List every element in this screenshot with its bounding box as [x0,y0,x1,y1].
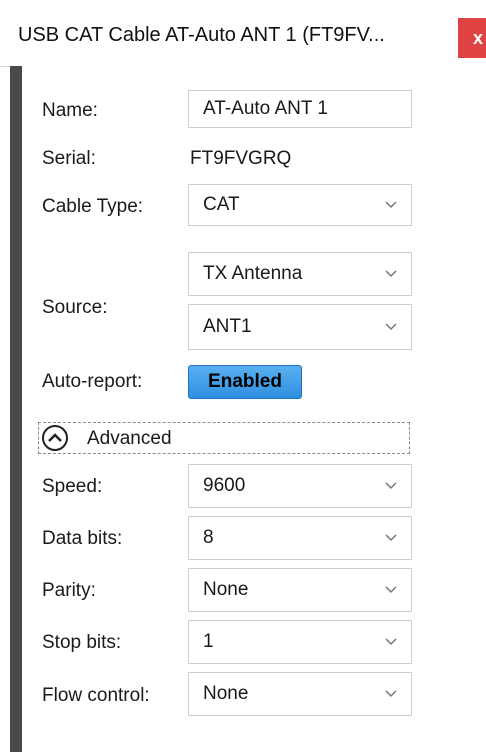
stop-bits-value: 1 [203,631,214,652]
parity-value: None [203,579,249,600]
chevron-down-icon [385,323,397,331]
stop-bits-label: Stop bits: [42,632,122,653]
data-bits-label: Data bits: [42,528,123,549]
serial-label: Serial: [42,148,96,169]
chevron-up-circle-icon [42,425,68,451]
flow-control-label: Flow control: [42,685,150,706]
speed-value: 9600 [203,475,246,496]
cable-type-value: CAT [203,194,240,215]
auto-report-enabled-button[interactable]: Enabled [188,365,302,399]
close-icon: x [472,27,483,48]
chevron-down-icon [385,201,397,209]
source-type-value: TX Antenna [203,263,303,284]
name-value: AT-Auto ANT 1 [203,98,328,119]
parity-dropdown[interactable]: None [188,568,412,612]
chevron-down-icon [385,534,397,542]
source-antenna-dropdown[interactable]: ANT1 [188,304,412,350]
stop-bits-dropdown[interactable]: 1 [188,620,412,664]
data-bits-dropdown[interactable]: 8 [188,516,412,560]
chevron-down-icon [385,638,397,646]
source-antenna-value: ANT1 [203,316,252,337]
cable-type-dropdown[interactable]: CAT [188,184,412,226]
source-label: Source: [42,297,108,318]
advanced-label: Advanced [87,428,172,449]
serial-value: FT9FVGRQ [190,148,292,169]
speed-label: Speed: [42,476,103,497]
speed-dropdown[interactable]: 9600 [188,464,412,508]
close-button[interactable]: x [458,18,486,58]
chevron-down-icon [385,482,397,490]
window-title: USB CAT Cable AT-Auto ANT 1 (FT9FV... [18,24,385,46]
cable-type-label: Cable Type: [42,196,144,217]
data-bits-value: 8 [203,527,214,548]
chevron-down-icon [385,586,397,594]
parity-label: Parity: [42,580,96,601]
chevron-down-icon [385,690,397,698]
auto-report-label: Auto-report: [42,371,143,392]
source-type-dropdown[interactable]: TX Antenna [188,252,412,296]
title-bar: USB CAT Cable AT-Auto ANT 1 (FT9FV... x [0,0,486,67]
flow-control-value: None [203,683,249,704]
chevron-down-icon [385,270,397,278]
flow-control-dropdown[interactable]: None [188,672,412,716]
name-field[interactable]: AT-Auto ANT 1 [188,90,412,128]
advanced-toggle[interactable]: Advanced [38,422,410,454]
name-label: Name: [42,100,98,121]
